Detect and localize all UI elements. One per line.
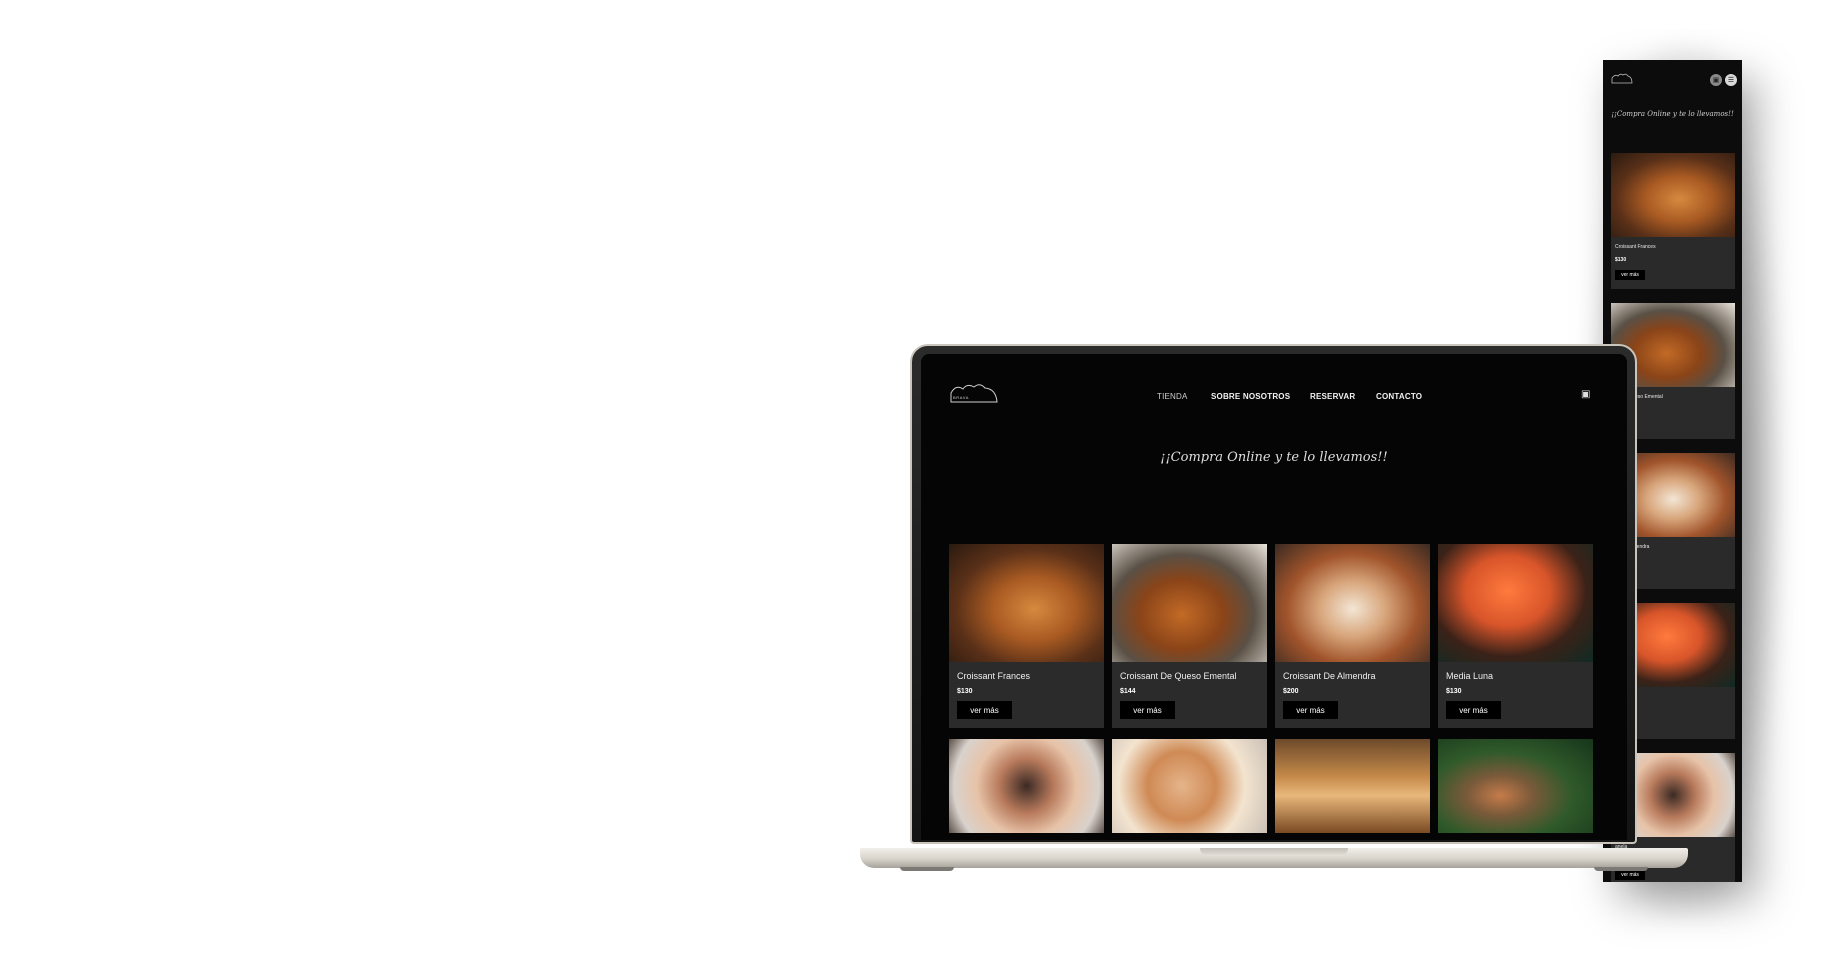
nav-sobre-nosotros[interactable]: SOBRE NOSOTROS [1211, 392, 1290, 401]
product-card[interactable]: Croissant Frances $130 ver más [949, 544, 1104, 728]
menu-icon[interactable]: ☰ [1725, 74, 1737, 86]
product-image[interactable] [1438, 739, 1593, 833]
brava-logo [1611, 73, 1633, 84]
ver-mas-button[interactable]: ver más [1283, 701, 1338, 719]
product-card[interactable]: Croissant De Almendra $200 ver más [1275, 544, 1430, 728]
product-name: Media Luna [1446, 671, 1494, 681]
desktop-preview: BRAVA TIENDA SOBRE NOSOTROS RESERVAR CON… [921, 354, 1627, 840]
mobile-heading: ¡¡Compra Online y te lo llevamos!! [1611, 110, 1734, 118]
mobile-product-card[interactable]: Croissant Frances $130 ver más [1611, 153, 1735, 289]
page-heading: ¡¡Compra Online y te lo llevamos!! [1160, 450, 1388, 465]
product-image[interactable] [1275, 739, 1430, 833]
laptop-foot [900, 867, 954, 871]
product-price: $200 [1283, 688, 1299, 695]
product-price: $130 [1446, 688, 1462, 695]
product-image [1275, 544, 1430, 662]
product-price: $130 [1615, 257, 1627, 263]
ver-mas-button[interactable]: ver más [1615, 270, 1645, 280]
product-name: Croissant Frances [1615, 244, 1656, 250]
product-image [1438, 544, 1593, 662]
laptop-notch [1200, 848, 1348, 856]
product-image [1611, 153, 1735, 237]
nav-contacto[interactable]: CONTACTO [1376, 392, 1422, 401]
mobile-navbar: ▣ ☰ [1603, 60, 1742, 96]
main-nav: TIENDA SOBRE NOSOTROS RESERVAR CONTACTO [921, 392, 1627, 406]
ver-mas-button[interactable]: ver más [1120, 701, 1175, 719]
cart-icon[interactable]: ▣ [1710, 74, 1722, 86]
laptop-foot [1594, 867, 1648, 871]
product-image[interactable] [1112, 739, 1267, 833]
cart-icon[interactable]: ▣ [1581, 389, 1590, 400]
product-image [949, 544, 1104, 662]
product-card[interactable]: Media Luna $130 ver más [1438, 544, 1593, 728]
ver-mas-button[interactable]: ver más [1446, 701, 1501, 719]
product-price: $130 [957, 688, 973, 695]
product-name: Croissant De Almendra [1283, 671, 1376, 681]
product-price: $144 [1120, 688, 1136, 695]
ver-mas-button[interactable]: ver más [1615, 870, 1645, 880]
product-image [1112, 544, 1267, 662]
product-name: Croissant Frances [957, 671, 1031, 681]
product-name: Croissant De Queso Emental [1120, 671, 1237, 681]
product-card[interactable]: Croissant De Queso Emental $144 ver más [1112, 544, 1267, 728]
nav-tienda[interactable]: TIENDA [1157, 392, 1188, 401]
ver-mas-button[interactable]: ver más [957, 701, 1012, 719]
product-image[interactable] [949, 739, 1104, 833]
nav-reservar[interactable]: RESERVAR [1310, 392, 1355, 401]
